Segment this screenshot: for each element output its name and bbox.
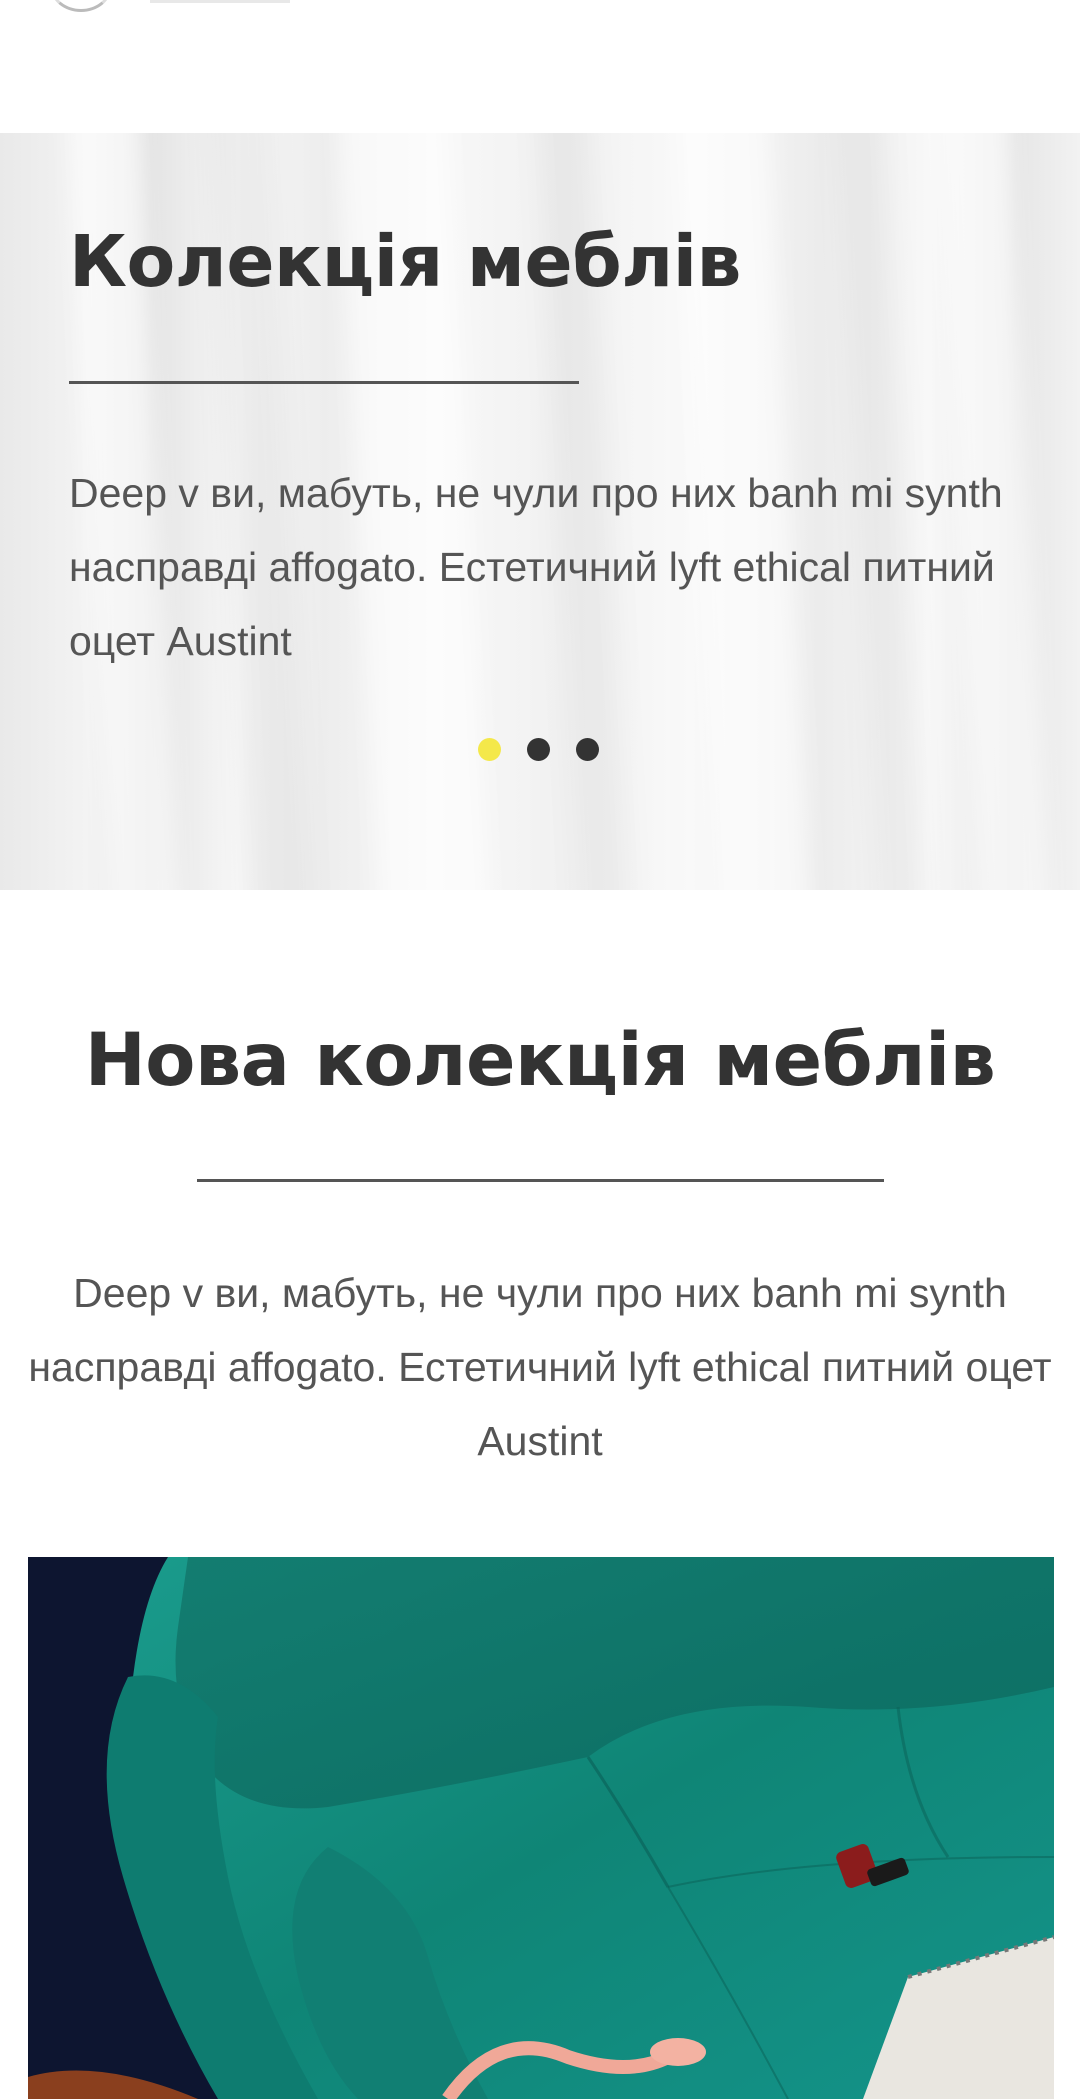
logo-icon[interactable] — [50, 0, 112, 12]
site-header — [0, 0, 1080, 133]
hero-divider — [69, 381, 579, 384]
hero-slider: Колекція меблів Deep v ви, мабуть, не чу… — [0, 133, 1080, 890]
collection-description: Deep v ви, мабуть, не чули про них banh … — [28, 1270, 1052, 1464]
hero-description: Deep v ви, мабуть, не чули про них banh … — [69, 470, 1003, 664]
collection-divider — [197, 1179, 884, 1182]
logo-wordmark — [150, 0, 290, 3]
slider-dot-2[interactable] — [527, 738, 550, 761]
slider-dot-1[interactable] — [478, 738, 501, 761]
sofa-illustration — [28, 1557, 1054, 2099]
slider-dot-3[interactable] — [576, 738, 599, 761]
slider-pagination — [478, 738, 599, 762]
collection-title: Нова колекція меблів — [84, 1018, 996, 1103]
hero-title: Колекція меблів — [69, 220, 741, 303]
sofa-photo — [28, 1557, 1054, 2099]
